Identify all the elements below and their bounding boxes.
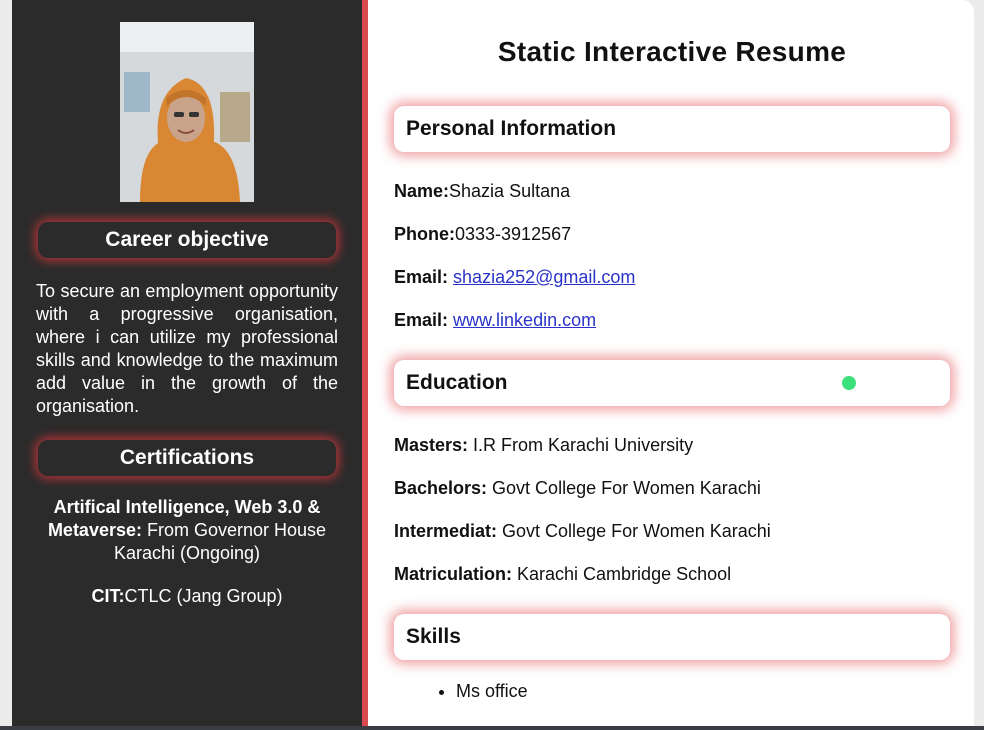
email-link[interactable]: shazia252@gmail.com <box>453 267 635 287</box>
info-label: Phone: <box>394 224 455 244</box>
info-value: 0333-3912567 <box>455 224 572 244</box>
education-value: Govt College For Women Karachi <box>497 521 771 541</box>
page-title: Static Interactive Resume <box>497 36 847 67</box>
resume-page: Career objective To secure an employment… <box>12 0 974 726</box>
education-item: Bachelors: Govt College For Women Karach… <box>394 477 950 500</box>
info-value: Shazia Sultana <box>449 181 571 201</box>
education-label: Masters: <box>394 435 469 455</box>
skills-list: Ms office <box>394 680 950 703</box>
skills-heading: Skills <box>394 614 950 660</box>
info-name: Name:Shazia Sultana <box>394 180 950 203</box>
education-value: Govt College For Women Karachi <box>487 478 761 498</box>
profile-photo <box>120 22 254 202</box>
education-heading: Education <box>406 371 508 394</box>
info-email: Email: shazia252@gmail.com <box>394 266 950 289</box>
education-item: Matriculation: Karachi Cambridge School <box>394 563 950 586</box>
education-label: Bachelors: <box>394 478 488 498</box>
education-label: Matriculation: <box>394 564 513 584</box>
taskbar-strip <box>0 726 984 730</box>
education-value: I.R From Karachi University <box>468 435 694 455</box>
certification-detail: From Governor House Karachi (Ongoing) <box>113 520 327 563</box>
profile-photo-image <box>120 22 254 202</box>
education-value: Karachi Cambridge School <box>512 564 732 584</box>
sidebar: Career objective To secure an employment… <box>12 0 362 726</box>
education-item: Intermediat: Govt College For Women Kara… <box>394 520 950 543</box>
info-phone: Phone:0333-3912567 <box>394 223 950 246</box>
skill-item: Ms office <box>456 680 950 703</box>
status-dot-icon <box>842 376 856 390</box>
certification-title: CIT: <box>91 586 125 606</box>
info-label: Email: <box>394 310 449 330</box>
info-linkedin: Email: www.linkedin.com <box>394 309 950 332</box>
education-item: Masters: I.R From Karachi University <box>394 434 950 457</box>
info-label: Email: <box>394 267 449 287</box>
personal-information-heading: Personal Information <box>394 106 950 152</box>
info-label: Name: <box>394 181 450 201</box>
education-label: Intermediat: <box>394 521 498 541</box>
certifications-heading: Certifications <box>38 440 336 476</box>
main-content: Static Interactive Resume Personal Infor… <box>368 0 974 726</box>
career-objective-heading: Career objective <box>38 222 336 258</box>
linkedin-link[interactable]: www.linkedin.com <box>453 310 596 330</box>
certification-detail: CTLC (Jang Group) <box>124 586 283 606</box>
certification-item: Artifical Intelligence, Web 3.0 & Metave… <box>36 496 338 565</box>
certification-item: CIT:CTLC (Jang Group) <box>36 585 338 608</box>
education-heading-pill: Education <box>394 360 950 406</box>
career-objective-text: To secure an employment opportunity with… <box>36 281 338 416</box>
